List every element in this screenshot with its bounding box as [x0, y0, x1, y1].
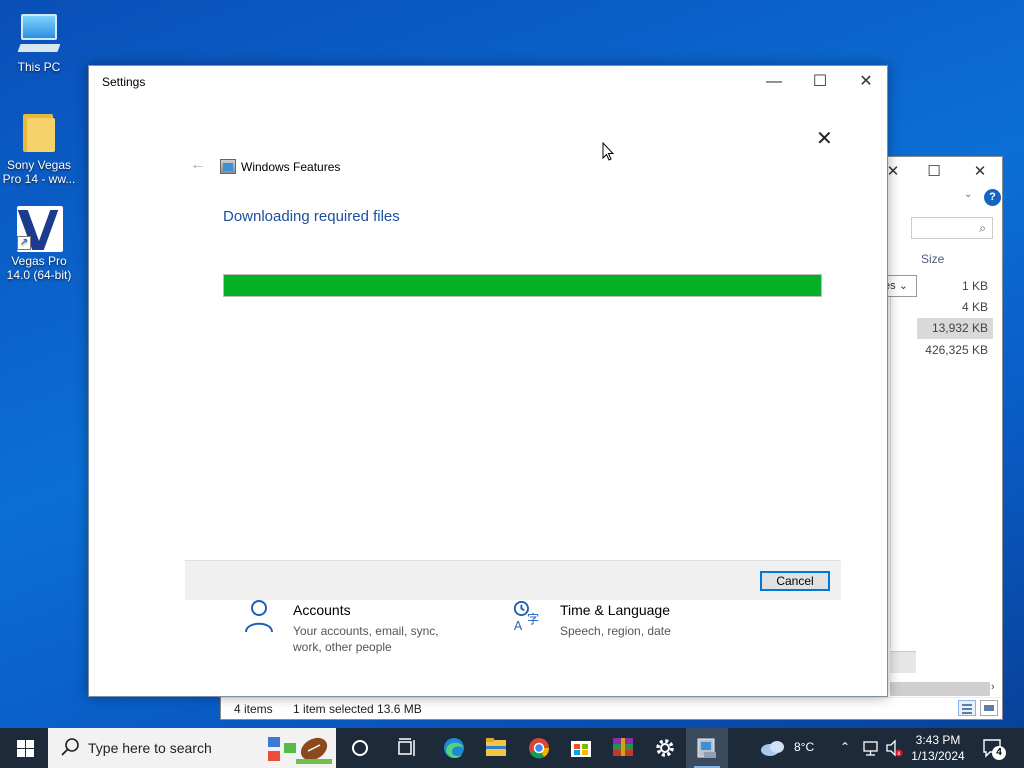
start-button[interactable]: [0, 728, 48, 768]
size-cell[interactable]: 4 KB: [917, 297, 993, 318]
category-title: Time & Language: [560, 602, 670, 618]
maximize-button[interactable]: ☐: [797, 66, 843, 98]
category-title: Accounts: [293, 602, 351, 618]
explorer-maximize-button[interactable]: ☐: [919, 161, 949, 183]
desktop-icon-label: This PC: [17, 60, 61, 74]
gear-icon: [656, 739, 674, 757]
network-button[interactable]: [861, 728, 881, 768]
taskbar-settings[interactable]: [644, 728, 686, 768]
scroll-right-icon[interactable]: ›: [991, 681, 995, 693]
progress-fill: [224, 275, 821, 296]
windows-features-icon: [697, 738, 716, 758]
download-progress-bar: [223, 274, 822, 297]
chevron-up-icon: ⌃: [840, 740, 851, 754]
taskbar-file-explorer[interactable]: [475, 728, 517, 768]
chevron-down-icon: ⌄: [898, 280, 908, 292]
ribbon-expand-chevron-icon[interactable]: ⌄: [964, 189, 972, 200]
desktop-icon-this-pc[interactable]: This PC: [1, 10, 77, 74]
size-column-header[interactable]: Size: [921, 252, 944, 266]
task-view-icon: [398, 738, 415, 756]
settings-window: Settings — ☐ ✕ ✕ ← Windows Features Down…: [88, 65, 888, 697]
resize-grip[interactable]: [890, 651, 916, 673]
volume-button[interactable]: x: [884, 728, 904, 768]
back-arrow-icon[interactable]: ←: [190, 156, 206, 174]
taskbar-edge[interactable]: [433, 728, 475, 768]
taskbar-chrome[interactable]: [518, 728, 560, 768]
action-center-button[interactable]: 4: [982, 738, 1006, 760]
desktop-icon-vegas-pro[interactable]: ↗ Vegas Pro 14.0 (64-bit): [1, 204, 77, 282]
cloud-icon: [761, 741, 784, 756]
task-view-button[interactable]: [386, 728, 428, 768]
explorer-status-bar: 4 items 1 item selected 13.6 MB: [221, 697, 1002, 719]
computer-icon: [15, 10, 63, 58]
taskbar-search-box[interactable]: Type here to search: [48, 728, 336, 768]
search-icon: [61, 738, 79, 756]
category-description: Speech, region, date: [560, 624, 671, 638]
large-icons-view-icon[interactable]: [980, 700, 998, 716]
folder-icon: [15, 108, 63, 156]
notification-count-badge: 4: [992, 746, 1006, 760]
clock-time: 3:43 PM: [915, 733, 961, 747]
desktop-icon-sony-vegas-folder[interactable]: Sony Vegas Pro 14 - ww...: [1, 108, 77, 186]
windows-features-icon: [220, 159, 236, 174]
desktop-icon-label: Sony Vegas Pro 14 - ww...: [2, 158, 76, 186]
mouse-cursor-icon: [602, 142, 614, 161]
taskbar-clock[interactable]: 3:43 PM 1/13/2024: [906, 732, 970, 764]
horizontal-scrollbar[interactable]: [890, 682, 990, 696]
close-button[interactable]: ✕: [843, 66, 889, 98]
taskbar-windows-features[interactable]: [686, 728, 728, 768]
show-hidden-icons-button[interactable]: ⌃: [838, 728, 854, 768]
taskbar: Type here to search 8°C ⌃ x 3:43 PM 1/13…: [0, 728, 1024, 768]
minimize-button[interactable]: —: [751, 66, 797, 98]
svg-text:字: 字: [527, 612, 539, 627]
chrome-icon: [529, 738, 550, 759]
vertical-scroll-track[interactable]: [890, 297, 916, 647]
status-item-count: 4 items: [234, 702, 273, 716]
explorer-close-button-2[interactable]: ✕: [965, 161, 995, 183]
volume-muted-icon: x: [886, 739, 903, 757]
time-language-icon: A 字: [514, 600, 539, 633]
weather-temperature: 8°C: [794, 740, 815, 754]
details-view-icon[interactable]: [958, 700, 976, 716]
explorer-search-input[interactable]: ⌕: [911, 217, 993, 239]
desktop-icon-label: Vegas Pro 14.0 (64-bit): [6, 254, 72, 282]
search-icon: ⌕: [979, 221, 986, 235]
shortcut-arrow-icon: ↗: [17, 236, 31, 250]
network-icon: [863, 741, 878, 756]
status-heading: Downloading required files: [223, 208, 400, 225]
svg-text:A: A: [514, 619, 523, 633]
category-description: Your accounts, email, sync, work, other …: [293, 624, 439, 654]
winrar-icon: [613, 738, 633, 756]
dialog-close-icon[interactable]: ✕: [816, 126, 833, 151]
svg-text:x: x: [897, 750, 901, 757]
edge-icon: [444, 738, 464, 758]
size-cell-selected[interactable]: 13,932 KB: [917, 318, 993, 339]
dialog-footer: Cancel: [185, 560, 841, 600]
size-cell[interactable]: 426,325 KB: [917, 340, 993, 361]
dialog-title: Windows Features: [241, 160, 341, 174]
clock-date: 1/13/2024: [911, 749, 965, 763]
help-icon[interactable]: ?: [984, 189, 1001, 206]
weather-widget[interactable]: 8°C: [758, 728, 818, 768]
size-cell[interactable]: 1 KB: [917, 276, 993, 297]
taskbar-winrar[interactable]: [602, 728, 644, 768]
cortana-button[interactable]: [339, 728, 381, 768]
status-selection: 1 item selected 13.6 MB: [293, 702, 422, 716]
cancel-button[interactable]: Cancel: [760, 571, 830, 591]
store-icon: [571, 741, 591, 757]
window-title: Settings: [102, 75, 146, 89]
person-icon: [245, 600, 273, 633]
cortana-icon: [352, 740, 368, 756]
vegas-pro-icon: ↗: [15, 204, 63, 252]
file-explorer-icon: [486, 738, 506, 756]
search-placeholder: Type here to search: [88, 740, 212, 756]
search-highlight-icon[interactable]: [266, 731, 334, 765]
taskbar-store[interactable]: [560, 728, 602, 768]
